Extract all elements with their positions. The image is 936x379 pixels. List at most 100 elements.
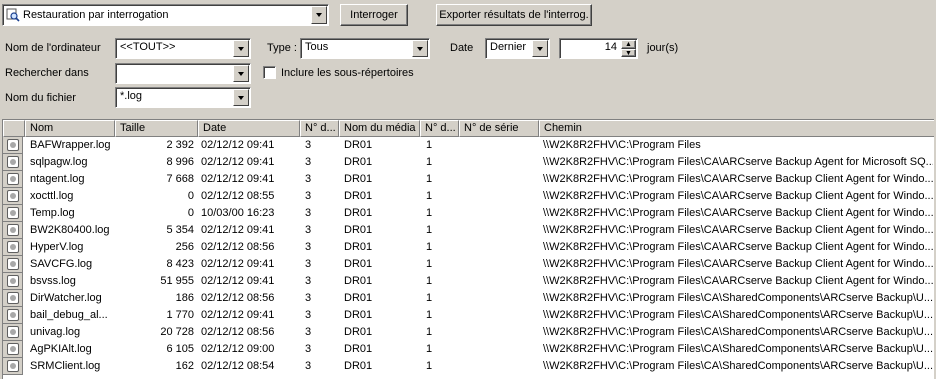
row-header[interactable]	[3, 358, 23, 375]
row-header[interactable]	[3, 154, 23, 171]
table-row[interactable]: BAFWrapper.log 2 392 02/12/12 09:41 3 DR01 1 \…	[3, 137, 933, 154]
table-cell: 02/12/12 08:55	[201, 190, 275, 202]
table-cell: DR01	[344, 173, 373, 185]
table-cell: 186	[175, 292, 194, 304]
table-cell: \\W2K8R2FHV\C:\Program Files\CA\SharedCo…	[543, 309, 933, 321]
table-row[interactable]: xocttl.log 0 02/12/12 08:55 3 DR01 1 \\W2K8R2F…	[3, 188, 933, 205]
table-cell: \\W2K8R2FHV\C:\Program Files\CA\SharedCo…	[543, 292, 933, 304]
table-cell: HyperV.log	[30, 241, 84, 253]
table-cell: 1	[426, 258, 433, 270]
row-header[interactable]	[3, 171, 23, 188]
row-header[interactable]	[3, 256, 23, 273]
file-icon	[7, 343, 19, 355]
table-row[interactable]: univag.log 20 728 02/12/12 08:56 3 DR01 1 \\W2…	[3, 324, 933, 341]
table-row[interactable]: Temp.log 0 10/03/00 16:23 3 DR01 1 \\W2K8R2FHV…	[3, 205, 933, 222]
chevron-down-icon[interactable]	[311, 6, 327, 24]
results-table[interactable]: Nom Taille Date N° d... Nom du média N° …	[2, 119, 934, 379]
table-row[interactable]: bail_debug_al... 1 770 02/12/12 09:41 3 DR01…	[3, 307, 933, 324]
table-cell: 1	[426, 173, 433, 185]
table-row[interactable]: DirWatcher.log 186 02/12/12 08:56 3 DR01 1 \\W…	[3, 290, 933, 307]
row-header[interactable]	[3, 137, 23, 154]
export-results-button[interactable]: Exporter résultats de l'interrog.	[436, 4, 592, 26]
column-header-media[interactable]: Nom du média	[339, 120, 420, 137]
row-header[interactable]	[3, 222, 23, 239]
table-cell: 02/12/12 09:41	[201, 156, 275, 168]
file-icon	[7, 241, 19, 253]
row-header[interactable]	[3, 290, 23, 307]
table-cell: DirWatcher.log	[30, 292, 102, 304]
column-header-size[interactable]: Taille	[115, 120, 198, 137]
computer-label: Nom de l'ordinateur	[5, 42, 101, 54]
table-cell: \\W2K8R2FHV\C:\Program Files\CA\ARCserve…	[543, 156, 933, 168]
chevron-down-icon[interactable]	[412, 40, 428, 57]
date-select[interactable]: Dernier	[485, 38, 550, 59]
include-subdirs-checkbox[interactable]	[263, 66, 276, 79]
table-cell: 02/12/12 09:41	[201, 224, 275, 236]
row-header[interactable]	[3, 188, 23, 205]
table-row[interactable]: AgPKIAlt.log 6 105 02/12/12 09:00 3 DR01 1 \\W…	[3, 341, 933, 358]
table-cell: 256	[175, 241, 194, 253]
spin-down-button[interactable]: ▼	[621, 49, 636, 57]
chevron-down-icon[interactable]	[233, 65, 249, 82]
table-cell: 1	[426, 207, 433, 219]
include-subdirs-label: Inclure les sous-répertoires	[281, 67, 414, 79]
spin-up-button[interactable]: ▲	[621, 40, 636, 49]
table-cell: \\W2K8R2FHV\C:\Program Files\CA\ARCserve…	[543, 190, 933, 202]
table-cell: 20 728	[160, 326, 194, 338]
table-cell: 02/12/12 08:54	[201, 360, 275, 372]
days-spinner[interactable]: 14 ▲ ▼	[559, 38, 638, 59]
row-header[interactable]	[3, 324, 23, 341]
row-header[interactable]	[3, 205, 23, 222]
days-unit: jour(s)	[647, 42, 679, 54]
table-row[interactable]: SAVCFG.log 8 423 02/12/12 09:41 3 DR01 1 \\W2K…	[3, 256, 933, 273]
query-mode-select[interactable]: Restauration par interrogation	[2, 4, 329, 26]
table-row[interactable]: BW2K80400.log 5 354 02/12/12 09:41 3 DR01 1 \\…	[3, 222, 933, 239]
table-cell: DR01	[344, 258, 373, 270]
table-cell: 02/12/12 08:56	[201, 326, 275, 338]
column-header-path[interactable]: Chemin	[539, 120, 934, 137]
file-icon	[7, 139, 19, 151]
table-cell: univag.log	[30, 326, 81, 338]
table-cell: \\W2K8R2FHV\C:\Program Files\CA\ARCserve…	[543, 173, 933, 185]
column-header-serial[interactable]: N° de série	[459, 120, 539, 137]
row-header[interactable]	[3, 273, 23, 290]
computer-select[interactable]: <<TOUT>>	[115, 38, 251, 59]
row-header[interactable]	[3, 341, 23, 358]
table-cell: 02/12/12 09:41	[201, 173, 275, 185]
table-cell: 02/12/12 08:56	[201, 241, 275, 253]
chevron-down-icon[interactable]	[233, 89, 249, 106]
row-header[interactable]	[3, 307, 23, 324]
table-row[interactable]: HyperV.log 256 02/12/12 08:56 3 DR01 1 \\W2K8R…	[3, 239, 933, 256]
file-icon	[7, 224, 19, 236]
chevron-down-icon[interactable]	[532, 40, 548, 57]
column-header-seq[interactable]: N° d...	[420, 120, 459, 137]
filename-select[interactable]: *.log	[115, 87, 251, 108]
filename-label: Nom du fichier	[5, 92, 76, 104]
table-cell: 10/03/00 16:23	[201, 207, 275, 219]
table-row[interactable]: SRMClient.log 162 02/12/12 08:54 3 DR01 1 \\W2…	[3, 358, 933, 375]
table-cell: AgPKIAlt.log	[30, 343, 92, 355]
filename-value: *.log	[120, 90, 143, 102]
chevron-down-icon[interactable]	[233, 40, 249, 57]
search-in-select[interactable]	[115, 63, 251, 84]
type-select[interactable]: Tous	[300, 38, 430, 59]
table-row[interactable]: ntagent.log 7 668 02/12/12 09:41 3 DR01 1 \\W2…	[3, 171, 933, 188]
type-label: Type :	[267, 42, 297, 54]
table-cell: ntagent.log	[30, 173, 85, 185]
table-cell: BAFWrapper.log	[30, 139, 111, 151]
table-cell: 02/12/12 09:41	[201, 139, 275, 151]
table-cell: 3	[305, 258, 312, 270]
table-row[interactable]: bsvss.log 51 955 02/12/12 09:41 3 DR01 1 \\W2K…	[3, 273, 933, 290]
table-row[interactable]: sqlpagw.log 8 996 02/12/12 09:41 3 DR01 1 \\W2…	[3, 154, 933, 171]
column-header-name[interactable]: Nom	[25, 120, 115, 137]
table-cell: 1	[426, 275, 433, 287]
table-cell: 3	[305, 275, 312, 287]
column-header-session[interactable]: N° d...	[300, 120, 339, 137]
table-cell: DR01	[344, 190, 373, 202]
header-corner	[3, 120, 25, 137]
interroger-button[interactable]: Interroger	[340, 4, 408, 26]
column-header-date[interactable]: Date	[198, 120, 300, 137]
table-cell: 3	[305, 360, 312, 372]
row-header[interactable]	[3, 239, 23, 256]
days-value: 14	[604, 41, 617, 53]
